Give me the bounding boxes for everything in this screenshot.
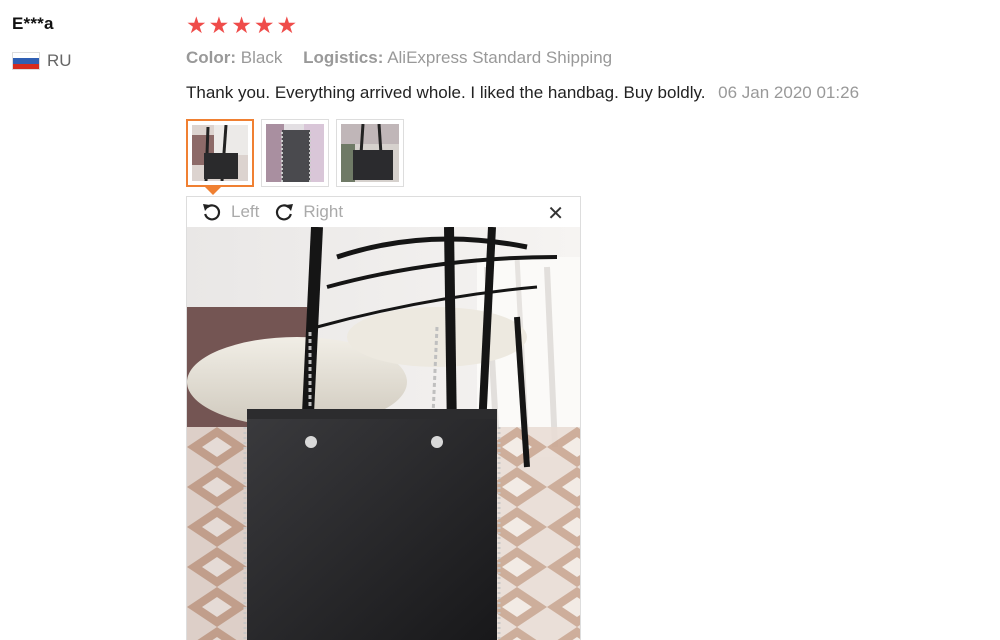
star-icon: ★ [253, 12, 275, 38]
thumbnail-image [341, 124, 399, 182]
russia-flag-icon [12, 52, 40, 70]
review-photo-large [187, 227, 580, 640]
star-icon: ★ [208, 12, 230, 38]
product-attributes: Color: Black Logistics: AliExpress Stand… [186, 48, 612, 68]
review-thumbnail[interactable] [261, 119, 329, 187]
attribute-value: Black [240, 48, 283, 67]
country-code: RU [47, 51, 72, 70]
thumbnail-image [192, 125, 248, 181]
review-text: Thank you. Everything arrived whole. I l… [186, 83, 706, 102]
reviewer-country: RU [12, 51, 72, 71]
viewer-toolbar: Left Right ✕ [187, 197, 580, 226]
star-icon: ★ [276, 12, 298, 38]
active-thumbnail-pointer [204, 186, 222, 195]
rotate-left-button[interactable]: Left [201, 201, 259, 223]
review-date: 06 Jan 2020 01:26 [718, 83, 860, 102]
star-icon: ★ [186, 12, 207, 38]
color-attribute: Color: Black [186, 48, 287, 67]
rating-stars: ★ ★ ★ ★ ★ [186, 12, 297, 38]
rotate-left-label: Left [231, 201, 260, 221]
reviewer-name: E***a [12, 14, 54, 33]
rotate-right-label: Right [303, 201, 344, 221]
image-viewer: Left Right ✕ [186, 196, 581, 640]
review-thumbnail[interactable] [336, 119, 404, 187]
logistics-attribute: Logistics: AliExpress Standard Shipping [303, 48, 612, 67]
attribute-label: Color: [186, 48, 237, 67]
review-body: Thank you. Everything arrived whole. I l… [186, 83, 859, 103]
review-thumbnails [186, 119, 404, 187]
rotate-right-icon [276, 203, 294, 220]
star-icon: ★ [231, 12, 252, 38]
rotate-left-icon [203, 203, 221, 220]
rotate-right-button[interactable]: Right [273, 201, 343, 223]
review-thumbnail[interactable] [186, 119, 254, 187]
close-icon[interactable]: ✕ [547, 201, 564, 226]
thumbnail-image [266, 124, 324, 182]
attribute-value: AliExpress Standard Shipping [387, 48, 613, 67]
attribute-label: Logistics: [303, 48, 384, 67]
